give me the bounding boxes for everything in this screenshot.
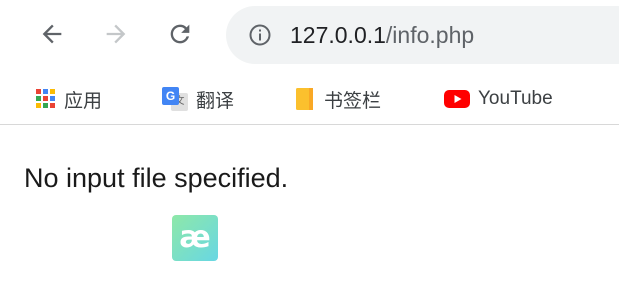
extension-badge-icon[interactable]: æ [172,215,218,261]
bookmark-apps-label: 应用 [64,90,103,112]
forward-button[interactable] [96,14,136,54]
url-text[interactable]: 127.0.0.1/info.php [290,20,474,50]
back-arrow-icon [42,24,62,44]
apps-grid-icon [36,89,56,109]
bookmark-youtube-label: YouTube [478,88,553,109]
browser-toolbar: 127.0.0.1/info.php [0,0,619,74]
forward-arrow-icon [106,24,126,44]
folder-icon [296,88,313,110]
youtube-icon [444,90,470,108]
reload-button[interactable] [160,14,200,54]
info-icon[interactable] [248,23,272,47]
bookmark-folder[interactable]: 书签栏 [294,84,381,114]
bookmark-translate-label: 翻译 [196,90,235,112]
bookmarks-bar: 应用 文 G 翻译 书签栏 YouTube [0,74,619,125]
bookmark-translate[interactable]: 文 G 翻译 [162,84,234,114]
error-message: No input file specified. [24,163,289,193]
page-content: No input file specified. æ [0,125,619,288]
bookmark-apps[interactable]: 应用 [36,84,102,114]
address-bar[interactable]: 127.0.0.1/info.php [226,6,619,64]
url-path: /info.php [385,22,475,48]
url-host: 127.0.0.1 [290,22,386,48]
back-button[interactable] [32,14,72,54]
google-translate-icon: 文 G [162,87,188,111]
reload-icon [170,24,190,44]
bookmark-youtube[interactable]: YouTube [444,84,553,114]
bookmark-folder-label: 书签栏 [324,90,382,112]
